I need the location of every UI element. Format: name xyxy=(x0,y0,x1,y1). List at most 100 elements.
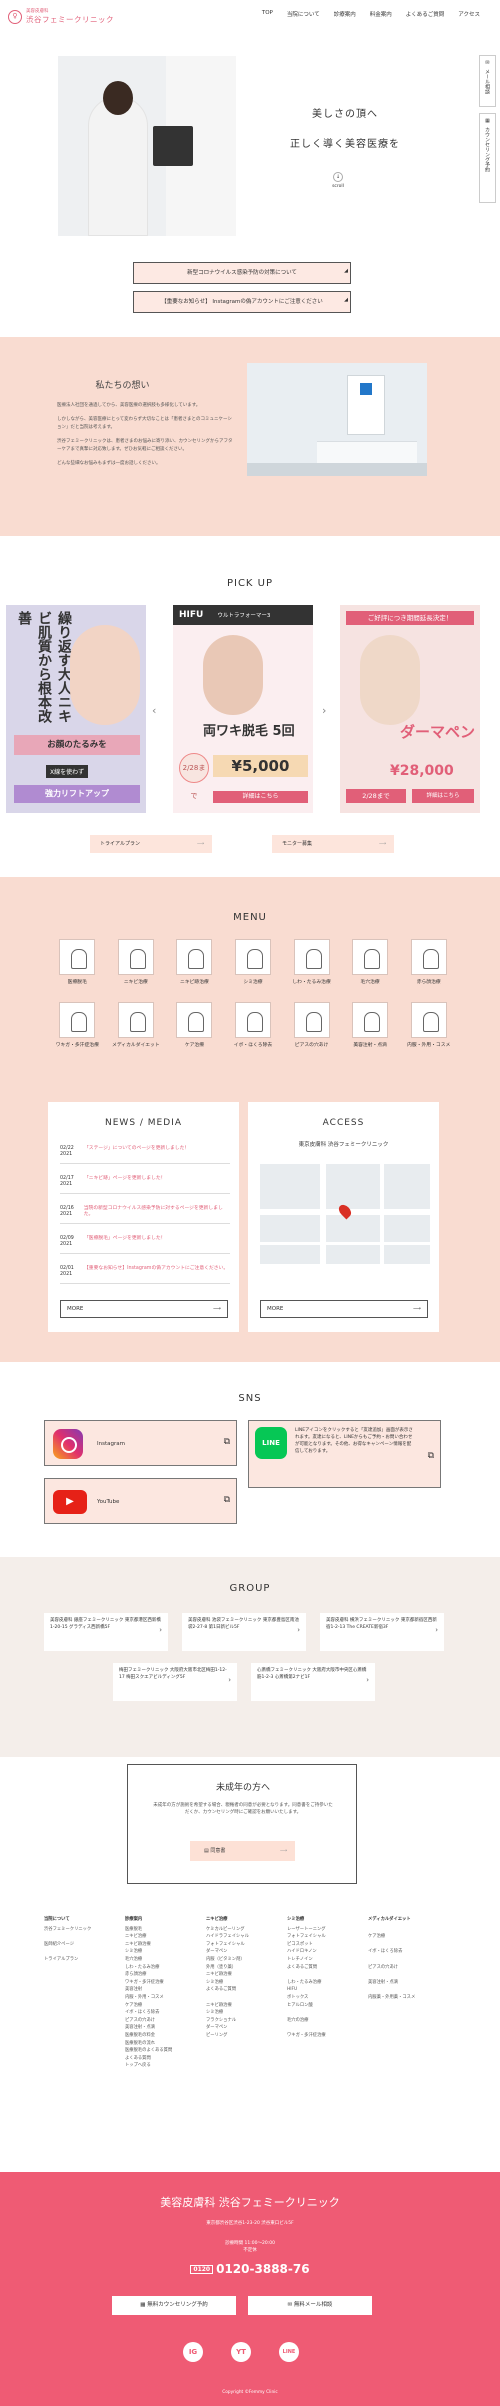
footer-link[interactable] xyxy=(44,1933,91,1941)
footer-link[interactable]: 美容注射・点滴 xyxy=(125,2024,172,2032)
nav-about[interactable]: 当院について xyxy=(287,10,320,18)
menu-item[interactable]: 内服・外用・コスメ xyxy=(399,1002,458,1049)
footer-column-heading[interactable]: 診療案内 xyxy=(125,1916,172,1924)
footer-link[interactable]: シミ治療 xyxy=(125,1948,172,1956)
news-row[interactable]: 02/01 2021 【重要なお知らせ】Instagramの偽アカウントにご注意く… xyxy=(60,1266,230,1284)
counseling-reserve-button[interactable]: ▦ 無料カウンセリング予約 xyxy=(112,2296,236,2315)
footer-link[interactable]: トライアルプラン xyxy=(44,1956,91,1964)
footer-link[interactable]: ケア治療 xyxy=(368,1933,415,1941)
footer-link[interactable]: フラクショナル xyxy=(206,2017,249,2025)
footer-line-icon[interactable]: LINE xyxy=(279,2342,299,2362)
footer-link[interactable]: トレチノイン xyxy=(287,1956,326,1964)
footer-link[interactable]: ニキビ跡治療 xyxy=(125,1941,172,1949)
instagram-card[interactable]: Instagram ⧉ xyxy=(44,1420,237,1466)
footer-link[interactable] xyxy=(368,1956,415,1964)
footer-link[interactable]: ダーマペン xyxy=(206,1948,249,1956)
card2-detail-button[interactable]: 詳細はこちら xyxy=(213,791,308,803)
nav-top[interactable]: TOP xyxy=(262,10,273,18)
footer-link[interactable] xyxy=(206,1994,249,2002)
nav-treatments[interactable]: 診療案内 xyxy=(334,10,356,18)
news-link[interactable]: 当院の新型コロナウイルス感染予防に対するページを更新しました。 xyxy=(84,1206,230,1218)
footer-link[interactable] xyxy=(368,1986,415,1994)
footer-link[interactable]: ハイドロキノン xyxy=(287,1948,326,1956)
footer-link[interactable]: ワキガ・多汗症治療 xyxy=(125,1979,172,1987)
footer-link[interactable]: ニキビ跡治療 xyxy=(206,1971,249,1979)
footer-link[interactable]: 美容注射 xyxy=(125,1986,172,1994)
footer-link[interactable] xyxy=(287,2009,326,2017)
footer-link[interactable]: ボトックス xyxy=(287,1994,326,2002)
footer-link[interactable]: シミ治療 xyxy=(206,2009,249,2017)
footer-link[interactable]: 外用（塗り薬） xyxy=(206,1964,249,1972)
menu-item[interactable]: ピアスの穴あけ xyxy=(282,1002,341,1049)
carousel-next-icon[interactable]: › xyxy=(322,704,326,717)
footer-link[interactable] xyxy=(368,1926,415,1934)
menu-item[interactable]: イボ・ほくろ除去 xyxy=(224,1002,283,1049)
footer-column-heading[interactable]: 当院について xyxy=(44,1916,91,1924)
mail-consult-tab[interactable]: ✉ メール相談 xyxy=(479,55,496,107)
footer-link[interactable]: 赤ら顔治療 xyxy=(125,1971,172,1979)
menu-item[interactable]: ケア治療 xyxy=(165,1002,224,1049)
group-clinic-card[interactable]: 梅田フェミークリニック 大阪府大阪市北区梅田1-12-17 梅田スクエアビルディ… xyxy=(113,1663,237,1701)
scroll-indicator[interactable]: ↓ scroll xyxy=(330,172,346,189)
footer-link[interactable]: よくあるご質問 xyxy=(287,1964,326,1972)
menu-item[interactable]: 美容注射・点滴 xyxy=(341,1002,400,1049)
news-more-button[interactable]: MORE ⟶ xyxy=(60,1300,228,1318)
clinic-logo[interactable]: ♀ 美容皮膚科 渋谷フェミークリニック xyxy=(8,8,114,25)
group-clinic-card[interactable]: 美容皮膚科 銀座フェミークリニック 東京都港区西新橋1-20-15 グラディス西… xyxy=(44,1613,168,1651)
youtube-card[interactable]: ▶ YouTube ⧉ xyxy=(44,1478,237,1524)
footer-link[interactable]: 内服・外用・コスメ xyxy=(125,1994,172,2002)
footer-link[interactable]: ヒアルロン酸 xyxy=(287,2002,326,2010)
footer-link[interactable]: レーザートーニング xyxy=(287,1926,326,1934)
footer-link[interactable]: フォトフェイシャル xyxy=(206,1941,249,1949)
footer-link[interactable]: 毛穴治療 xyxy=(125,1956,172,1964)
footer-link[interactable] xyxy=(287,1971,326,1979)
menu-item[interactable]: ニキビ跡治療 xyxy=(165,939,224,986)
footer-link[interactable]: よくあるご質問 xyxy=(206,1986,249,1994)
pickup-card-dermapen[interactable]: ご好評につき期間延長決定！ ダーマペン ¥28,000 2/28まで 詳細はこち… xyxy=(340,605,480,813)
carousel-prev-icon[interactable]: ‹ xyxy=(152,704,156,717)
covid-notice-banner[interactable]: 新型コロナウイルス感染予防の対策について ◢ xyxy=(133,262,351,284)
footer-link[interactable]: ピアスの穴あけ xyxy=(368,1964,415,1972)
footer-link[interactable]: 医師紹介ページ xyxy=(44,1941,91,1949)
pickup-card-hifu-lift[interactable]: 繰り返す大人ニキビ肌質から根本改善 お顔のたるみを X線を使わず 強力リフトアッ… xyxy=(6,605,146,813)
menu-item[interactable]: ワキガ・多汗症治療 xyxy=(48,1002,107,1049)
mail-consult-button[interactable]: ✉ 無料メール相談 xyxy=(248,2296,372,2315)
line-card[interactable]: LINE LINEアイコンをクリックすると「友達追加」画面が表示されます。友達に… xyxy=(248,1420,441,1488)
footer-link[interactable]: イボ・ほくろ除去 xyxy=(368,1948,415,1956)
news-row[interactable]: 02/22 2021 「ステージ」についてのページを更新しました！ xyxy=(60,1146,230,1164)
menu-item[interactable]: ニキビ治療 xyxy=(107,939,166,986)
footer-phone[interactable]: 0120 0120-3888-76 xyxy=(0,2262,500,2276)
footer-link[interactable]: 渋谷フェミークリニック xyxy=(44,1926,91,1934)
instagram-notice-banner[interactable]: 【重要なお知らせ】 Instagramの偽アカウントにご注意ください ◢ xyxy=(133,291,351,313)
footer-link[interactable]: 医療脱毛の料金 xyxy=(125,2032,172,2040)
footer-link[interactable]: ニキビ治療 xyxy=(125,1933,172,1941)
footer-link[interactable]: よくある質問 xyxy=(125,2055,172,2063)
footer-link[interactable] xyxy=(368,1971,415,1979)
footer-link[interactable]: 医療脱毛 xyxy=(125,1926,172,1934)
group-clinic-card[interactable]: 心斎橋フェミークリニック 大阪府大阪市中央区心斎橋筋1-2-3 心斎橋第2ナビ1… xyxy=(251,1663,375,1701)
footer-link[interactable]: 医療脱毛のよくある質問 xyxy=(125,2047,172,2055)
footer-youtube-icon[interactable]: YT xyxy=(231,2342,251,2362)
footer-link[interactable]: 医療脱毛の流れ xyxy=(125,2040,172,2048)
group-clinic-card[interactable]: 美容皮膚科 池袋フェミークリニック 東京都豊島区南池袋2-27-8 第1日新ビル… xyxy=(182,1613,306,1651)
news-row[interactable]: 02/16 2021 当院の新型コロナウイルス感染予防に対するページを更新しました… xyxy=(60,1206,230,1224)
footer-link[interactable] xyxy=(287,2024,326,2032)
footer-column-heading[interactable]: メディカルダイエット xyxy=(368,1916,415,1924)
news-link[interactable]: 「ニキビ跡」ページを更新しました！ xyxy=(84,1176,165,1188)
footer-link[interactable]: HIFU xyxy=(287,1986,326,1994)
access-map[interactable] xyxy=(260,1164,430,1264)
footer-column-heading[interactable]: シミ治療 xyxy=(287,1916,326,1924)
news-link[interactable]: 「医療脱毛」ページを更新しました！ xyxy=(84,1236,165,1248)
footer-link[interactable]: ピアスの穴あけ xyxy=(125,2017,172,2025)
footer-instagram-icon[interactable]: IG xyxy=(183,2342,203,2362)
news-row[interactable]: 02/09 2021 「医療脱毛」ページを更新しました！ xyxy=(60,1236,230,1254)
footer-link[interactable]: ピーリング xyxy=(206,2032,249,2040)
menu-item[interactable]: 医療脱毛 xyxy=(48,939,107,986)
footer-link[interactable]: ケミカルピーリング xyxy=(206,1926,249,1934)
card3-detail-button[interactable]: 詳細はこちら xyxy=(412,789,474,803)
footer-link[interactable]: しわ・たるみ治療 xyxy=(287,1979,326,1987)
menu-item[interactable]: メディカルダイエット xyxy=(107,1002,166,1049)
footer-link[interactable]: ケア治療 xyxy=(125,2002,172,2010)
footer-link[interactable]: 美容注射・点滴 xyxy=(368,1979,415,1987)
footer-link[interactable]: 毛穴の治療 xyxy=(287,2017,326,2025)
